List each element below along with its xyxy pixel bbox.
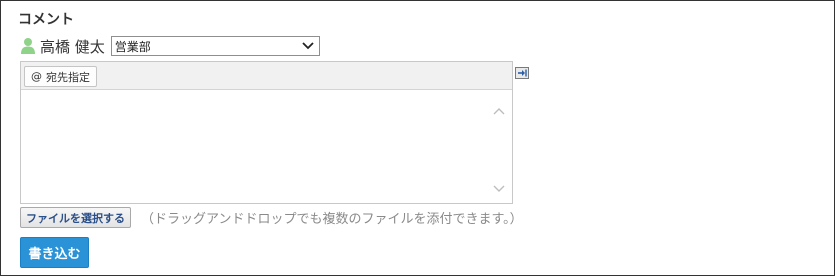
section-title: コメント [18,12,74,28]
department-select-value: 営業部 [114,39,151,54]
chevron-down-icon [302,39,314,53]
editor-scrollbar[interactable] [492,102,506,192]
editor-toolbar: @ 宛先指定 [21,62,512,90]
author-name: 高橋 健太 [40,37,105,56]
expand-editor-icon[interactable] [515,67,529,79]
attachment-row: ファイルを選択する （ドラッグアンドドロップでも複数のファイルを添付できます。） [20,207,523,228]
department-select[interactable]: 営業部 [110,36,320,56]
mention-button-label: 宛先指定 [46,70,90,84]
at-icon: @ [31,70,42,83]
choose-file-button[interactable]: ファイルを選択する [20,207,131,228]
attachment-hint: （ドラッグアンドドロップでも複数のファイルを添付できます。） [141,212,523,227]
comment-textarea[interactable] [21,90,512,203]
submit-button[interactable]: 書き込む [20,237,89,268]
user-icon [20,37,36,55]
scroll-up-icon[interactable] [492,102,506,115]
mention-button[interactable]: @ 宛先指定 [24,66,97,87]
comment-editor: @ 宛先指定 [20,61,513,204]
scroll-down-icon[interactable] [492,180,506,192]
author-row: 高橋 健太 営業部 [20,35,320,57]
comment-panel: コメント 高橋 健太 営業部 @ 宛先指定 ファイルを選択する （ドラッグアンド… [0,0,835,276]
